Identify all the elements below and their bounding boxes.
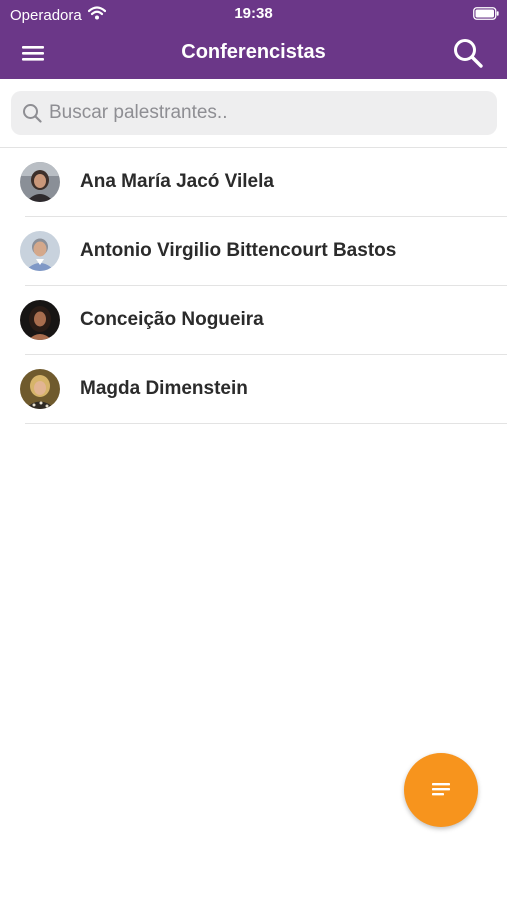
menu-icon (22, 46, 44, 61)
avatar (20, 369, 60, 409)
speaker-list: Ana María Jacó Vilela Antonio Virgilio B… (0, 148, 507, 424)
speaker-name: Magda Dimenstein (80, 378, 248, 399)
speaker-name: Ana María Jacó Vilela (80, 171, 274, 192)
search-button[interactable] (451, 36, 485, 70)
status-time: 19:38 (234, 5, 273, 22)
search-icon (23, 104, 42, 123)
avatar (20, 162, 60, 202)
search-input[interactable] (49, 102, 469, 124)
page-title: Conferencistas (181, 41, 326, 63)
speaker-list-item[interactable]: Ana María Jacó Vilela (20, 148, 507, 217)
battery-icon (473, 7, 499, 20)
search-icon (454, 39, 483, 68)
speaker-list-item[interactable]: Conceição Nogueira (20, 286, 507, 355)
speaker-list-item[interactable]: Antonio Virgilio Bittencourt Bastos (20, 217, 507, 286)
nav-bar: Conferencistas (0, 28, 507, 79)
search-field[interactable] (11, 91, 497, 135)
sort-icon (432, 783, 450, 796)
sort-fab-button[interactable] (404, 753, 478, 827)
menu-button[interactable] (20, 38, 60, 68)
avatar (20, 231, 60, 271)
status-bar: Operadora 19:38 (0, 0, 507, 28)
search-bar (0, 79, 507, 148)
speaker-name: Antonio Virgilio Bittencourt Bastos (80, 240, 397, 261)
avatar (20, 300, 60, 340)
speaker-list-item[interactable]: Magda Dimenstein (20, 355, 507, 424)
speaker-name: Conceição Nogueira (80, 309, 264, 330)
